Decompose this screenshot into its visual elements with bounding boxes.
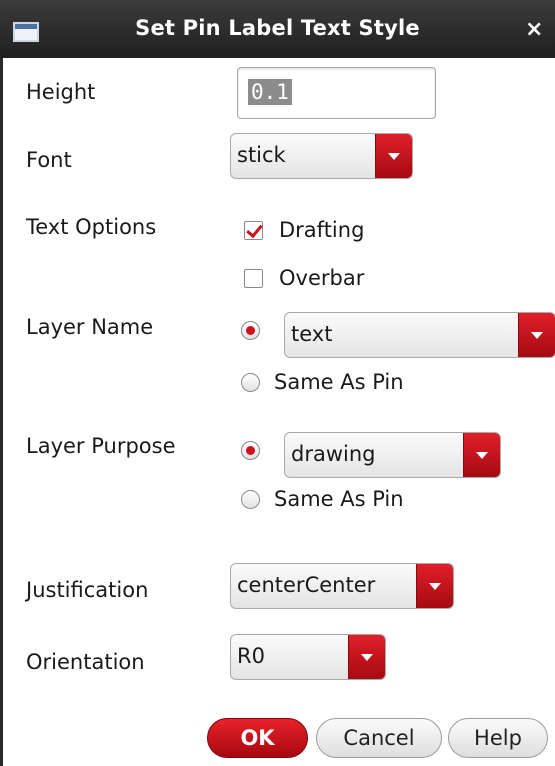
height-input[interactable]: 0.1 bbox=[237, 67, 436, 119]
layer-purpose-select-value: drawing bbox=[291, 442, 376, 466]
layer-name-select-value: text bbox=[291, 322, 333, 346]
dropdown-arrow-icon bbox=[348, 635, 385, 679]
justification-select[interactable]: centerCenter bbox=[230, 563, 454, 609]
layer-name-label: Layer Name bbox=[26, 315, 154, 339]
title-bar: Set Pin Label Text Style × bbox=[0, 0, 555, 58]
drafting-label[interactable]: Drafting bbox=[279, 218, 364, 242]
layer-name-list-radio[interactable] bbox=[241, 321, 260, 340]
dropdown-arrow-icon bbox=[416, 564, 453, 608]
orientation-select[interactable]: R0 bbox=[230, 634, 386, 680]
font-select-value: stick bbox=[237, 143, 286, 167]
text-options-label: Text Options bbox=[26, 215, 157, 239]
drafting-checkbox[interactable] bbox=[244, 221, 263, 240]
layer-name-select[interactable]: text bbox=[284, 312, 555, 358]
ok-button[interactable]: OK bbox=[207, 718, 308, 758]
font-select[interactable]: stick bbox=[230, 133, 413, 179]
layer-purpose-label: Layer Purpose bbox=[26, 434, 176, 458]
layer-name-same-as-pin-radio[interactable] bbox=[241, 373, 260, 392]
justification-select-value: centerCenter bbox=[237, 573, 376, 597]
justification-label: Justification bbox=[26, 578, 149, 602]
layer-name-same-as-pin-label[interactable]: Same As Pin bbox=[274, 370, 404, 394]
cancel-button[interactable]: Cancel bbox=[316, 718, 442, 758]
close-icon[interactable]: × bbox=[525, 17, 543, 42]
dropdown-arrow-icon bbox=[518, 313, 555, 357]
dialog-title: Set Pin Label Text Style bbox=[135, 16, 420, 40]
orientation-label: Orientation bbox=[26, 650, 145, 674]
height-label: Height bbox=[26, 80, 96, 104]
height-input-value: 0.1 bbox=[248, 79, 292, 105]
window-frame bbox=[0, 0, 3, 766]
overbar-label[interactable]: Overbar bbox=[279, 266, 364, 290]
overbar-checkbox[interactable] bbox=[244, 269, 263, 288]
dropdown-arrow-icon bbox=[463, 433, 500, 477]
help-button[interactable]: Help bbox=[448, 718, 548, 758]
orientation-select-value: R0 bbox=[237, 644, 265, 668]
font-label: Font bbox=[26, 148, 72, 172]
dropdown-arrow-icon bbox=[375, 134, 412, 178]
layer-purpose-same-as-pin-label[interactable]: Same As Pin bbox=[274, 487, 404, 511]
layer-purpose-same-as-pin-radio[interactable] bbox=[241, 490, 260, 509]
layer-purpose-list-radio[interactable] bbox=[241, 441, 260, 460]
layer-purpose-select[interactable]: drawing bbox=[284, 432, 501, 478]
